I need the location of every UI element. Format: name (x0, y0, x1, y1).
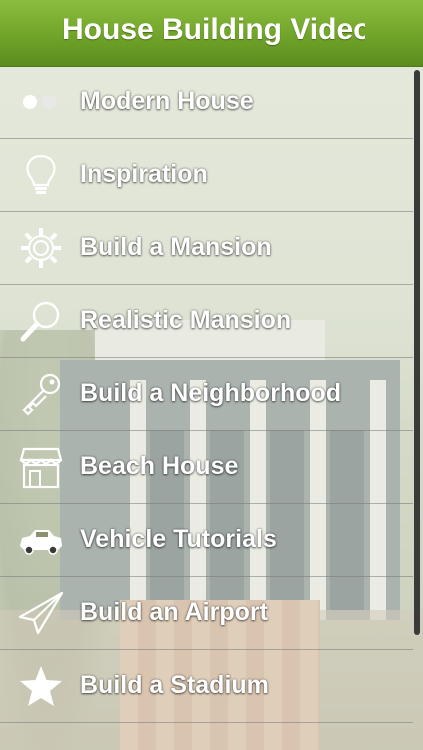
gear-icon (18, 226, 64, 270)
menu-item-label: Realistic Mansion (80, 306, 292, 334)
menu-item-build-an-airport[interactable]: Build an Airport (0, 577, 413, 650)
page-title: House Building Videos (62, 13, 365, 46)
menu-item-build-a-neighborhood[interactable]: Build a Neighborhood (0, 358, 413, 431)
lightbulb-icon (18, 153, 64, 197)
star-icon (18, 664, 64, 708)
menu-item-build-a-stadium[interactable]: Build a Stadium (0, 650, 413, 723)
menu-item-label: Build a Stadium (80, 671, 269, 699)
menu-item-label: Beach House (80, 452, 239, 480)
shop-icon (18, 445, 64, 489)
menu-item-modern-house[interactable]: Modern House (0, 66, 413, 139)
key-icon (18, 372, 64, 416)
car-icon (18, 518, 64, 562)
menu-item-beach-house[interactable]: Beach House (0, 431, 413, 504)
menu-item-realistic-mansion[interactable]: Realistic Mansion (0, 285, 413, 358)
menu-list: Modern House Inspiration Build a Mansion… (0, 66, 413, 723)
menu-item-vehicle-tutorials[interactable]: Vehicle Tutorials (0, 504, 413, 577)
menu-item-label: Build an Airport (80, 598, 268, 626)
menu-item-label: Inspiration (80, 160, 208, 188)
paper-plane-icon (18, 591, 64, 635)
header-bar: House Building Videos (0, 0, 423, 67)
magnifier-icon (18, 299, 64, 343)
menu-item-label: Build a Mansion (80, 233, 272, 261)
menu-item-label: Build a Neighborhood (80, 379, 342, 407)
menu-item-label: Modern House (80, 87, 254, 115)
two-dots-icon (18, 80, 64, 124)
scrollbar[interactable] (414, 70, 420, 635)
menu-item-label: Vehicle Tutorials (80, 525, 277, 553)
menu-item-build-a-mansion[interactable]: Build a Mansion (0, 212, 413, 285)
menu-item-inspiration[interactable]: Inspiration (0, 139, 413, 212)
